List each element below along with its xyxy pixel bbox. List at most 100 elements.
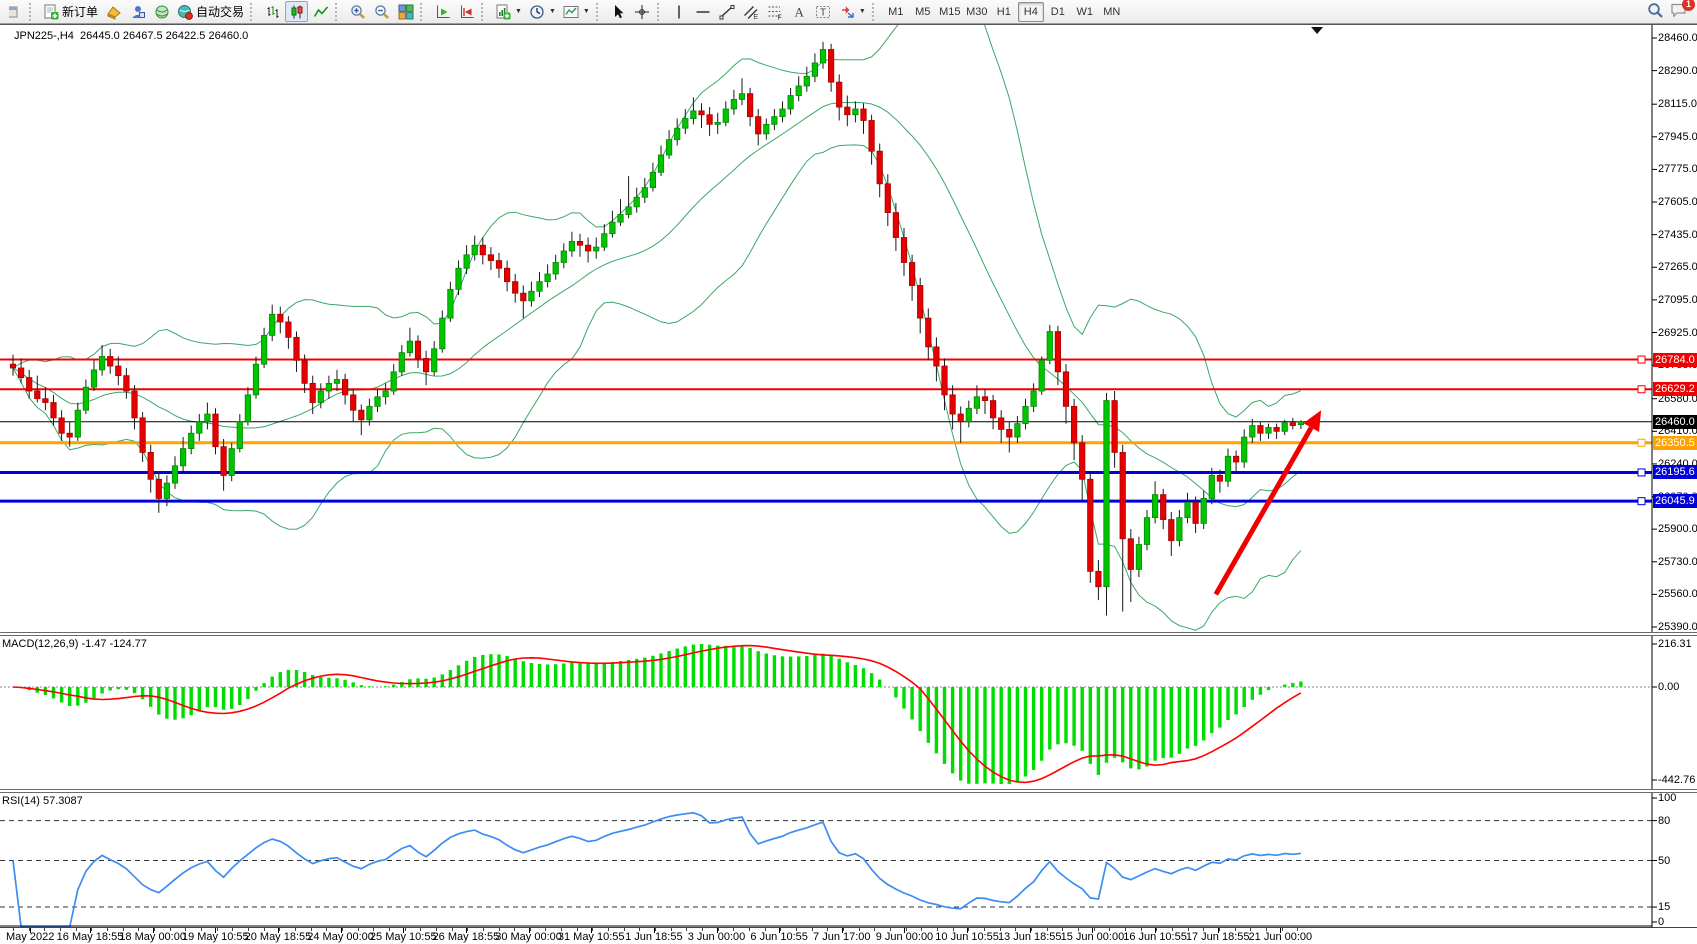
svg-text:F: F — [778, 14, 782, 20]
vertical-line-button[interactable] — [668, 1, 691, 22]
candlestick-chart-button[interactable] — [285, 1, 308, 22]
rsi-axis-label: 100 — [1658, 792, 1676, 804]
zoom-in-button[interactable] — [346, 1, 369, 22]
signals-icon — [154, 4, 170, 20]
trendline-button[interactable] — [716, 1, 739, 22]
zoom-out-button[interactable] — [370, 1, 393, 22]
autotrading-icon — [177, 4, 193, 20]
timeframe-button-m15[interactable]: M15 — [937, 2, 963, 22]
trend-arrow-line[interactable] — [1216, 428, 1311, 595]
search-icon — [1647, 2, 1664, 19]
timeframe-button-h4[interactable]: H4 — [1018, 2, 1044, 22]
tile-windows-button[interactable] — [394, 1, 417, 22]
level-handle[interactable] — [1638, 386, 1645, 393]
timeframe-button-h1[interactable]: H1 — [991, 2, 1017, 22]
main-toolbar: 新订单 自动交易 ▼ ▼ ▼ E F AT ▼ M1M5M15M30H1H4D1W1MN 1 — [0, 0, 1697, 24]
templates-icon — [563, 4, 579, 20]
periods-button[interactable]: ▼ — [526, 1, 559, 22]
toolbar-grip[interactable] — [596, 3, 602, 21]
toolbar-grip[interactable] — [420, 3, 426, 21]
equidistant-channel-button[interactable]: E — [740, 1, 763, 22]
current-price-label: 26460.0 — [1653, 415, 1697, 429]
signals-button[interactable] — [150, 1, 173, 22]
horizontal-line-icon — [695, 4, 711, 20]
toolbar-grip[interactable] — [872, 3, 878, 21]
price-axis-tick-label: 27945.0 — [1658, 131, 1697, 143]
price-axis-tick-label: 27435.0 — [1658, 229, 1697, 241]
timeframe-button-m30[interactable]: M30 — [964, 2, 990, 22]
macd-histogram — [21, 644, 1301, 784]
new-chart-icon — [495, 4, 511, 20]
templates-button[interactable]: ▼ — [560, 1, 593, 22]
time-axis-label: 1 Jun 18:55 — [625, 931, 683, 943]
new-order-icon — [43, 4, 59, 20]
horizontal-line-button[interactable] — [692, 1, 715, 22]
price-chart-canvas[interactable] — [0, 25, 1697, 632]
price-axis-tick-label: 27095.0 — [1658, 294, 1697, 306]
level-handle[interactable] — [1638, 356, 1645, 363]
level-handle[interactable] — [1638, 498, 1645, 505]
chevron-down-icon[interactable]: ▼ — [859, 8, 866, 15]
chevron-down-icon[interactable]: ▼ — [583, 8, 590, 15]
time-axis-label: 13 Jun 18:55 — [998, 931, 1062, 943]
time-axis-label: 15 Jun 00:00 — [1061, 931, 1125, 943]
level-price-label: 26195.6 — [1653, 465, 1697, 479]
timeframe-button-m5[interactable]: M5 — [910, 2, 936, 22]
toolbar-grip[interactable] — [481, 3, 487, 21]
line-chart-button[interactable] — [309, 1, 332, 22]
time-axis-label: 7 Jun 17:00 — [813, 931, 871, 943]
cursor-button[interactable] — [607, 1, 630, 22]
chart-shift-marker-icon[interactable] — [1311, 27, 1323, 34]
timeframe-button-d1[interactable]: D1 — [1045, 2, 1071, 22]
chat-button[interactable]: 1 — [1670, 2, 1688, 21]
trendline-icon — [719, 4, 735, 20]
text-button[interactable]: A — [788, 1, 811, 22]
window-menu-button[interactable] — [3, 1, 26, 22]
toolbar-grip[interactable] — [250, 3, 256, 21]
timeframe-button-w1[interactable]: W1 — [1072, 2, 1098, 22]
time-axis-label: 24 May 00:00 — [307, 931, 374, 943]
time-axis-label: 31 May 10:55 — [558, 931, 625, 943]
time-axis[interactable]: May 202216 May 18:5518 May 00:0019 May 1… — [0, 927, 1697, 944]
text-label-button[interactable]: T — [812, 1, 835, 22]
arrows-button[interactable]: ▼ — [836, 1, 869, 22]
price-axis-tick-label: 25730.0 — [1658, 556, 1697, 568]
level-handle[interactable] — [1638, 439, 1645, 446]
fibonacci-button[interactable]: F — [764, 1, 787, 22]
macd-panel[interactable] — [0, 636, 1697, 789]
time-axis-label: May 2022 — [6, 931, 54, 943]
toolbar-grip[interactable] — [29, 3, 35, 21]
level-handle[interactable] — [1638, 469, 1645, 476]
candlestick-chart-icon — [289, 4, 305, 20]
macd-axis-label: 216.31 — [1658, 638, 1692, 650]
zoom-in-icon — [350, 4, 366, 20]
text-icon: A — [791, 4, 807, 20]
arrows-icon — [839, 4, 855, 20]
data-window-button[interactable] — [126, 1, 149, 22]
chevron-down-icon[interactable]: ▼ — [515, 8, 522, 15]
chart-shift-button[interactable] — [455, 1, 478, 22]
toolbar-grip[interactable] — [657, 3, 663, 21]
chart-window[interactable]: JPN225-,H4 26445.0 26467.5 26422.5 26460… — [0, 24, 1697, 944]
new-order-button[interactable]: 新订单 — [40, 1, 101, 22]
crosshair-button[interactable] — [631, 1, 654, 22]
chart-shift-icon — [459, 4, 475, 20]
chevron-down-icon[interactable]: ▼ — [549, 8, 556, 15]
time-axis-label: 25 May 10:55 — [370, 931, 437, 943]
bar-chart-button[interactable] — [261, 1, 284, 22]
toolbar-grip[interactable] — [335, 3, 341, 21]
autotrading-button[interactable]: 自动交易 — [174, 1, 247, 22]
cursor-icon — [610, 4, 626, 20]
rsi-panel[interactable] — [0, 793, 1697, 927]
time-axis-label: 10 Jun 10:55 — [935, 931, 999, 943]
timeframe-button-m1[interactable]: M1 — [883, 2, 909, 22]
search-button[interactable] — [1647, 2, 1664, 22]
text-label-icon: T — [815, 4, 831, 20]
market-watch-button[interactable] — [102, 1, 125, 22]
timeframe-button-mn[interactable]: MN — [1099, 2, 1125, 22]
new-chart-button[interactable]: ▼ — [492, 1, 525, 22]
auto-scroll-button[interactable] — [431, 1, 454, 22]
time-axis-label: 26 May 18:55 — [433, 931, 500, 943]
price-axis-tick-label: 27605.0 — [1658, 196, 1697, 208]
macd-axis-label: 0.00 — [1658, 681, 1679, 693]
